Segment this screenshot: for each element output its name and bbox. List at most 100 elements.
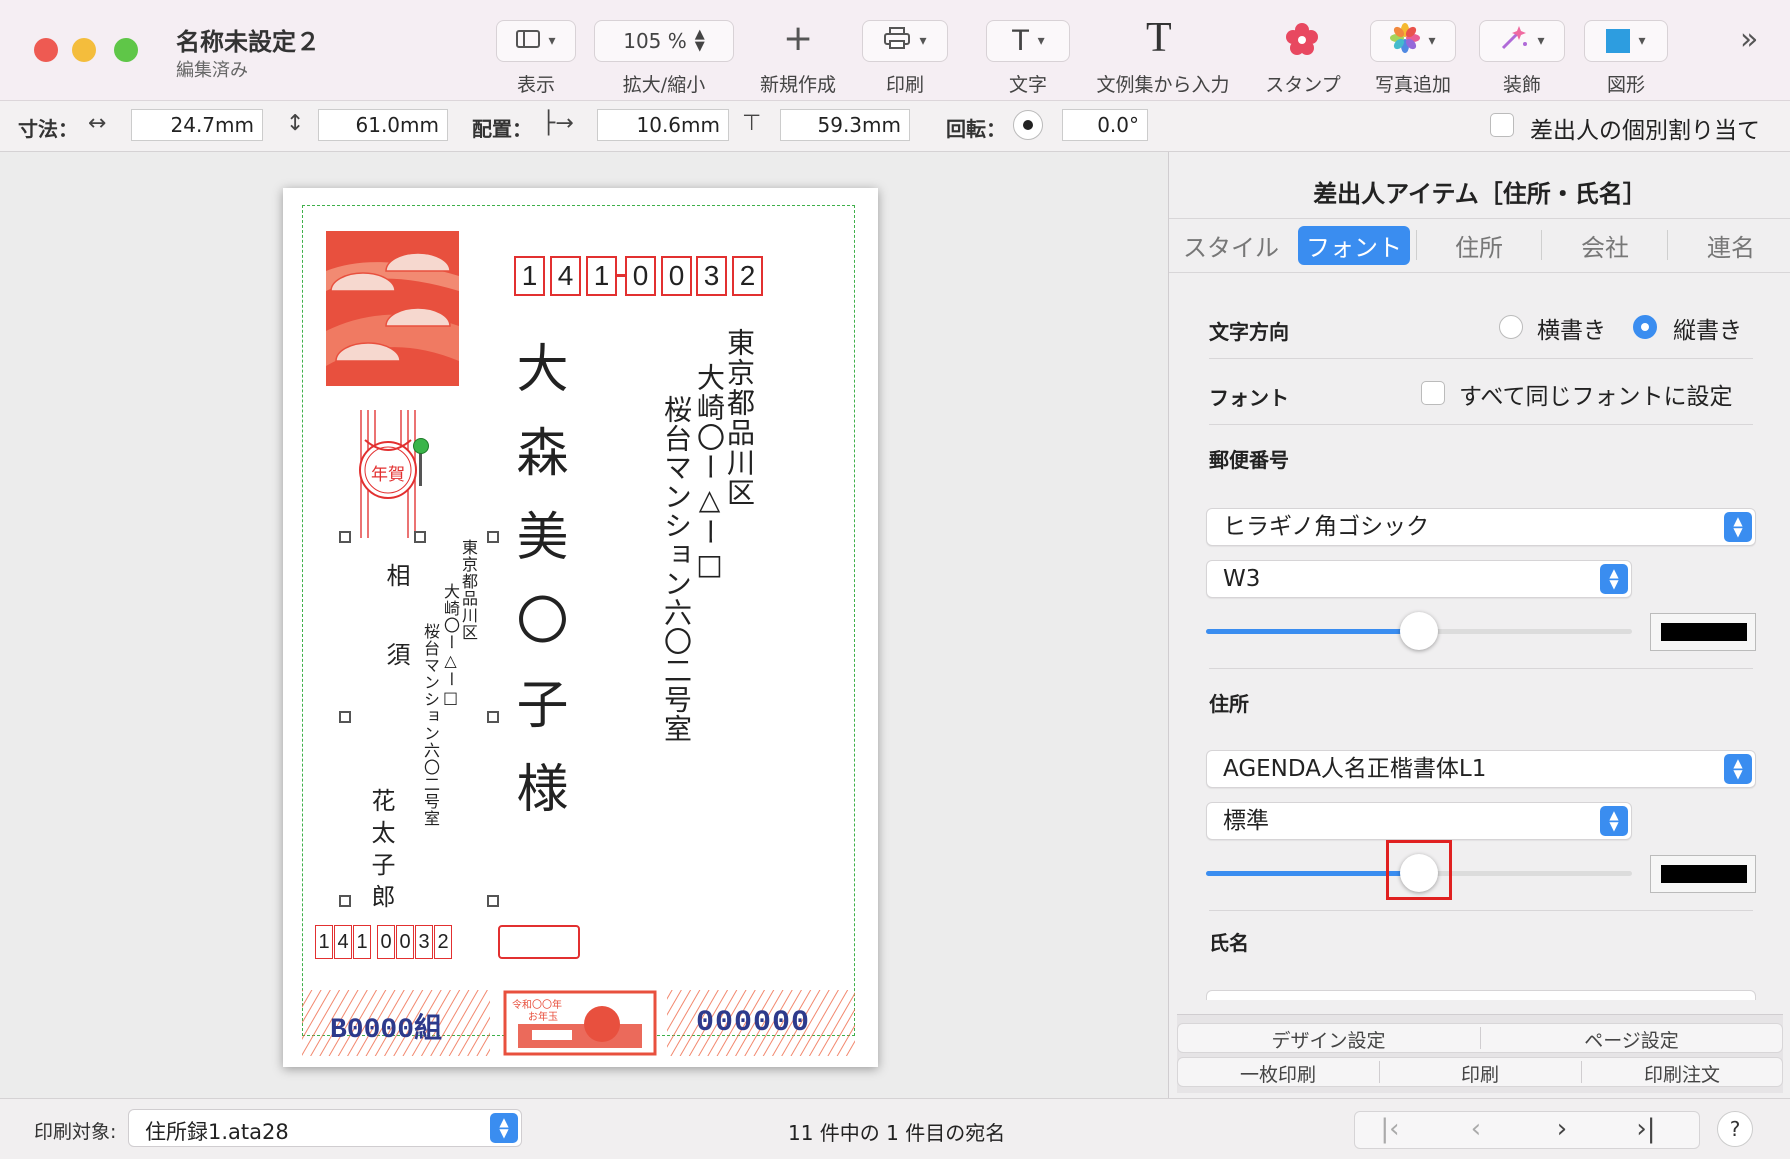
- address-weight-select[interactable]: 標準 ▲ ▼: [1206, 802, 1632, 840]
- record-status: 11 件中の 1 件目の宛名: [788, 1121, 1006, 1145]
- resize-handle-tl[interactable]: [339, 531, 351, 543]
- chevron-down-icon: ▾: [548, 33, 556, 49]
- rotation-field[interactable]: 0.0°: [1062, 109, 1148, 141]
- stamp-icon[interactable]: [1285, 22, 1319, 60]
- address-color-swatch[interactable]: [1650, 855, 1756, 893]
- resize-handle-mr[interactable]: [487, 711, 499, 723]
- recipient-zip-digit: 0: [661, 256, 692, 296]
- sparkle-wand-icon: [1499, 24, 1529, 58]
- rotation-handle[interactable]: [413, 438, 429, 454]
- new-label[interactable]: 新規作成: [760, 70, 836, 97]
- vertical-radio[interactable]: [1633, 315, 1657, 339]
- stamp-label[interactable]: スタンプ: [1265, 70, 1340, 97]
- address-font-select[interactable]: AGENDA人名正楷書体L1 ▲ ▼: [1206, 750, 1756, 788]
- previous-record-icon[interactable]: ‹: [1436, 1111, 1516, 1147]
- square-shape-icon: [1606, 29, 1631, 53]
- zip-font-select[interactable]: ヒラギノ角ゴシック ▲ ▼: [1206, 508, 1756, 546]
- recipient-zip-digit: 1: [586, 256, 617, 296]
- y-position-icon: ⊤: [742, 111, 762, 136]
- resize-handle-bl[interactable]: [339, 895, 351, 907]
- sender-zip-digit: 2: [434, 925, 452, 959]
- rotation-dial[interactable]: [1013, 110, 1043, 140]
- print-label: 印刷: [885, 74, 925, 96]
- zoom-value: 105 %: [623, 29, 687, 53]
- size-label: 寸法：: [18, 117, 78, 141]
- first-record-icon[interactable]: |‹: [1350, 1111, 1430, 1147]
- recipient-address-line1[interactable]: 東京都品川区: [723, 328, 756, 508]
- tab-company[interactable]: 会社: [1581, 228, 1629, 263]
- zip-weight-select[interactable]: W3 ▲ ▼: [1206, 560, 1632, 598]
- x-field[interactable]: 10.6mm: [597, 109, 729, 141]
- sender-zip-digit: 1: [353, 925, 371, 959]
- page-settings-button[interactable]: ページ設定: [1480, 1026, 1783, 1053]
- tab-address[interactable]: 住所: [1455, 228, 1503, 263]
- recipient-name[interactable]: 大森美〇子様: [507, 341, 567, 845]
- photo-button[interactable]: ▾: [1370, 20, 1456, 62]
- resize-handle-ml[interactable]: [339, 711, 351, 723]
- stepper-icon: ▲ ▼: [490, 1113, 518, 1143]
- design-settings-button[interactable]: デザイン設定: [1177, 1026, 1480, 1053]
- zip-size-slider-knob[interactable]: [1400, 612, 1438, 650]
- zoom-window-button[interactable]: [114, 38, 138, 62]
- view-button[interactable]: ▾: [496, 20, 576, 62]
- width-field[interactable]: 24.7mm: [131, 109, 263, 141]
- shape-button[interactable]: ▾: [1584, 20, 1668, 62]
- sidebar-icon: [516, 29, 541, 54]
- vertical-label: 縦書き: [1673, 318, 1742, 344]
- recipient-address-line2[interactable]: 大崎〇ー△ー□: [693, 363, 726, 583]
- nenga-stamp-text: 年賀: [371, 465, 405, 485]
- rotation-label: 回転：: [946, 117, 1006, 141]
- individual-assign-checkbox[interactable]: [1490, 113, 1514, 137]
- resize-handle-br[interactable]: [487, 895, 499, 907]
- serif-t-icon[interactable]: T: [1146, 14, 1172, 62]
- sender-zip-digit: 3: [415, 925, 433, 959]
- decor-button[interactable]: ▾: [1479, 20, 1565, 62]
- sender-name-1[interactable]: 相須: [382, 563, 410, 721]
- recipient-address-line3[interactable]: 桜台マンション六〇二号室: [660, 395, 693, 743]
- minimize-window-button[interactable]: [72, 38, 96, 62]
- print-button-panel[interactable]: 印刷: [1379, 1060, 1581, 1087]
- height-field[interactable]: 61.0mm: [318, 109, 448, 141]
- same-font-checkbox[interactable]: [1421, 381, 1445, 405]
- help-button[interactable]: ?: [1717, 1111, 1753, 1147]
- tab-font[interactable]: フォント: [1298, 226, 1410, 265]
- tab-separator: [1541, 230, 1542, 260]
- template-text-label[interactable]: 文例集から入力: [1096, 70, 1229, 97]
- width-arrow-icon: ↔: [88, 111, 107, 136]
- stepper-icon: ▲ ▼: [1600, 564, 1628, 594]
- resize-handle-tr[interactable]: [487, 531, 499, 543]
- last-record-icon[interactable]: ›|: [1606, 1111, 1686, 1147]
- resize-handle-tc[interactable]: [414, 531, 426, 543]
- sender-address-line1[interactable]: 東京都品川区: [459, 539, 478, 641]
- print-target-select[interactable]: 住所録1.ata28 ▲ ▼: [128, 1109, 522, 1147]
- next-record-icon[interactable]: ›: [1522, 1111, 1602, 1147]
- zoom-label: 拡大/縮小: [622, 74, 706, 96]
- postcard[interactable]: 年賀 1410032 東京都品川区 大崎〇ー△ー□ 桜台マンション六〇二号室 大…: [283, 188, 878, 1067]
- print-order-button[interactable]: 印刷注文: [1581, 1060, 1783, 1087]
- divider: [1209, 358, 1753, 359]
- print-button[interactable]: ▾: [862, 20, 948, 62]
- dimension-bar: 寸法： ↔ 24.7mm ↕ 61.0mm 配置： ├→ 10.6mm ⊤ 59…: [0, 101, 1790, 152]
- text-label: 文字: [1008, 74, 1048, 96]
- window-subtitle: 編集済み: [176, 60, 248, 81]
- zip-hyphen: [617, 274, 625, 277]
- close-window-button[interactable]: [34, 38, 58, 62]
- text-button[interactable]: T ▾: [986, 20, 1070, 62]
- divider: [1169, 218, 1790, 219]
- tab-joint-names[interactable]: 連名: [1707, 228, 1755, 263]
- tab-style[interactable]: スタイル: [1183, 228, 1279, 263]
- single-print-button[interactable]: 一枚印刷: [1177, 1060, 1379, 1087]
- horizontal-radio[interactable]: [1499, 315, 1523, 339]
- y-field[interactable]: 59.3mm: [780, 109, 910, 141]
- stepper-icon: ▲ ▼: [694, 27, 705, 54]
- plus-icon[interactable]: +: [783, 18, 813, 59]
- sender-address-line3[interactable]: 桜台マンション六〇二号室: [421, 623, 440, 827]
- name-font-select-clipped[interactable]: [1206, 990, 1756, 1000]
- sender-name-2[interactable]: 花太子郎: [367, 788, 395, 916]
- sender-address-line2[interactable]: 大崎〇ー△ー□: [441, 583, 460, 708]
- zip-color-swatch[interactable]: [1650, 613, 1756, 651]
- same-font-label: すべて同じフォントに設定: [1459, 384, 1733, 410]
- zoom-control[interactable]: 105 % ▲ ▼: [594, 20, 734, 62]
- overflow-chevron-icon[interactable]: »: [1740, 22, 1758, 57]
- text-t-icon: T: [1011, 24, 1030, 57]
